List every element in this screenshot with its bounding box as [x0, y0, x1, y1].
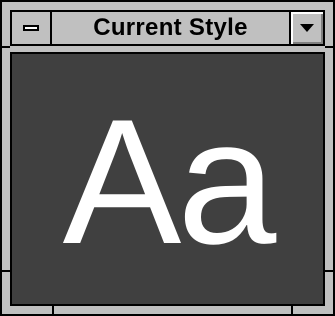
current-style-window: Current Style Aa: [0, 0, 335, 316]
window-title: Current Style: [93, 14, 248, 41]
style-preview-area: Aa: [10, 52, 325, 306]
dropdown-button[interactable]: [289, 12, 323, 44]
frame-tick: [2, 270, 10, 272]
frame-tick: [325, 46, 333, 48]
frame-tick: [52, 306, 54, 314]
minus-bar-icon: [23, 25, 39, 31]
frame-tick: [2, 46, 10, 48]
frame-tick: [291, 306, 293, 314]
title-bar[interactable]: Current Style: [10, 10, 325, 46]
frame-tick: [325, 270, 333, 272]
system-menu-button[interactable]: [12, 12, 52, 44]
sample-text: Aa: [62, 82, 277, 281]
triangle-down-icon: [300, 24, 314, 32]
